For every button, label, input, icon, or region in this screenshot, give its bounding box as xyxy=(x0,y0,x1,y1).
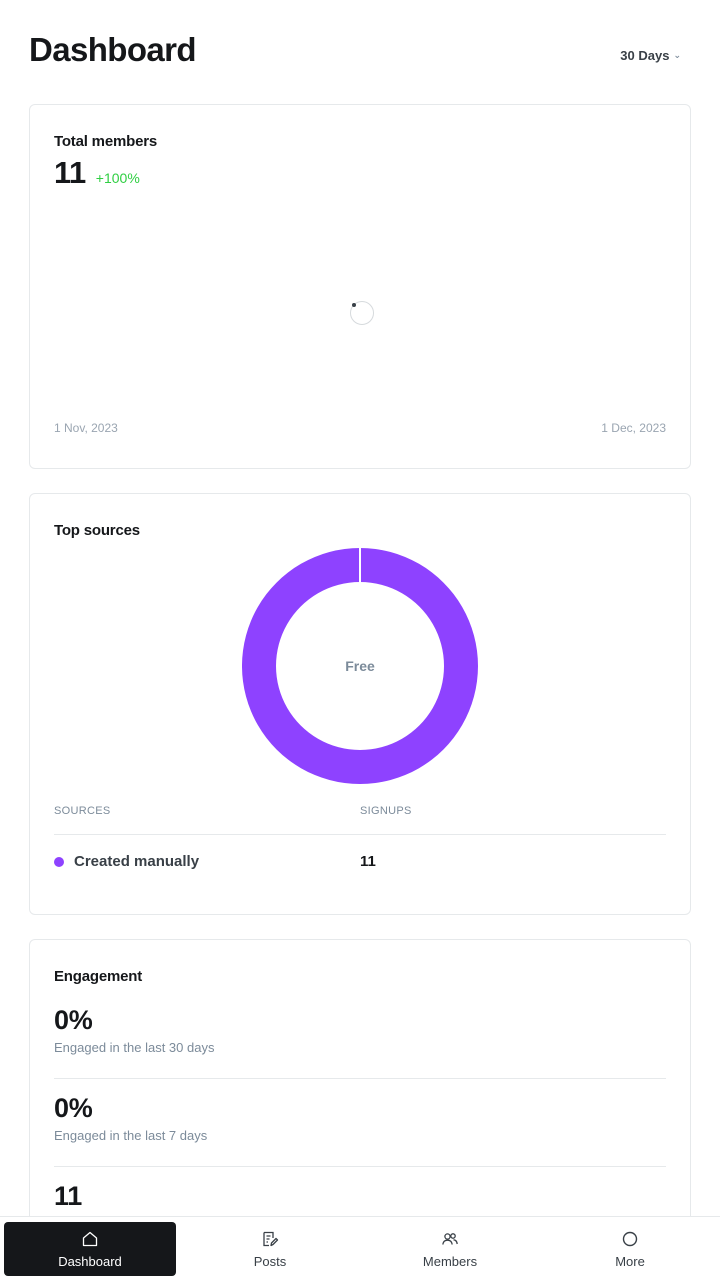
chevron-down-icon: ⌄ xyxy=(673,50,681,60)
nav-label: Dashboard xyxy=(58,1253,122,1269)
source-name: Created manually xyxy=(74,853,200,870)
top-sources-title: Top sources xyxy=(54,522,140,539)
total-members-delta: +100% xyxy=(95,170,140,186)
engagement-title: Engagement xyxy=(54,968,143,985)
loading-spinner xyxy=(350,301,374,325)
engagement-7-days: 0% Engaged in the last 7 days xyxy=(54,1092,666,1143)
total-members-value: 11 xyxy=(54,155,86,190)
page-title: Dashboard xyxy=(29,31,197,68)
nav-label: Members xyxy=(422,1253,478,1269)
divider xyxy=(54,1166,666,1167)
nav-label: More xyxy=(615,1253,645,1269)
circle-icon xyxy=(622,1231,638,1246)
nav-item-more[interactable]: More xyxy=(544,1222,716,1276)
nav-label: Posts xyxy=(253,1253,287,1269)
engagement-value: 0% xyxy=(54,1093,93,1123)
home-icon xyxy=(82,1231,98,1246)
page-header: Dashboard 30 Days ⌄ xyxy=(29,28,691,78)
engagement-30-days: 0% Engaged in the last 30 days xyxy=(54,1004,666,1055)
nav-item-dashboard[interactable]: Dashboard xyxy=(4,1222,176,1276)
members-icon xyxy=(442,1232,458,1245)
engagement-value: 11 xyxy=(54,1181,82,1211)
total-members-title: Total members xyxy=(54,133,157,150)
date-range-label: 30 Days xyxy=(620,48,670,63)
column-signups: SIGNUPS xyxy=(360,805,412,817)
table-row[interactable]: Created manually 11 xyxy=(54,852,666,874)
total-members-card: Total members 11 +100% 1 Nov, 2023 1 Dec… xyxy=(29,104,691,469)
source-color-dot xyxy=(54,857,64,867)
chart-axis-start: 1 Nov, 2023 xyxy=(54,421,118,435)
date-range-select[interactable]: 30 Days ⌄ xyxy=(620,48,681,63)
nav-item-members[interactable]: Members xyxy=(364,1222,536,1276)
donut-center-label: Free xyxy=(345,658,375,674)
posts-icon xyxy=(263,1231,279,1246)
sources-table-header: SOURCES SIGNUPS xyxy=(54,805,666,835)
engagement-value: 0% xyxy=(54,1005,93,1035)
chart-axis-end: 1 Dec, 2023 xyxy=(601,421,666,435)
bottom-navigation: Dashboard Posts Members More xyxy=(0,1216,720,1280)
total-members-metric: 11 +100% xyxy=(54,155,140,191)
top-sources-card: Top sources Free SOURCES SIGNUPS Created… xyxy=(29,493,691,915)
nav-item-posts[interactable]: Posts xyxy=(184,1222,356,1276)
divider xyxy=(54,1078,666,1079)
engagement-total: 11 xyxy=(54,1180,666,1216)
spinner-dot xyxy=(352,303,356,307)
engagement-label: Engaged in the last 30 days xyxy=(54,1040,215,1055)
source-signups: 11 xyxy=(360,853,376,870)
column-sources: SOURCES xyxy=(54,805,111,817)
engagement-label: Engaged in the last 7 days xyxy=(54,1128,208,1143)
